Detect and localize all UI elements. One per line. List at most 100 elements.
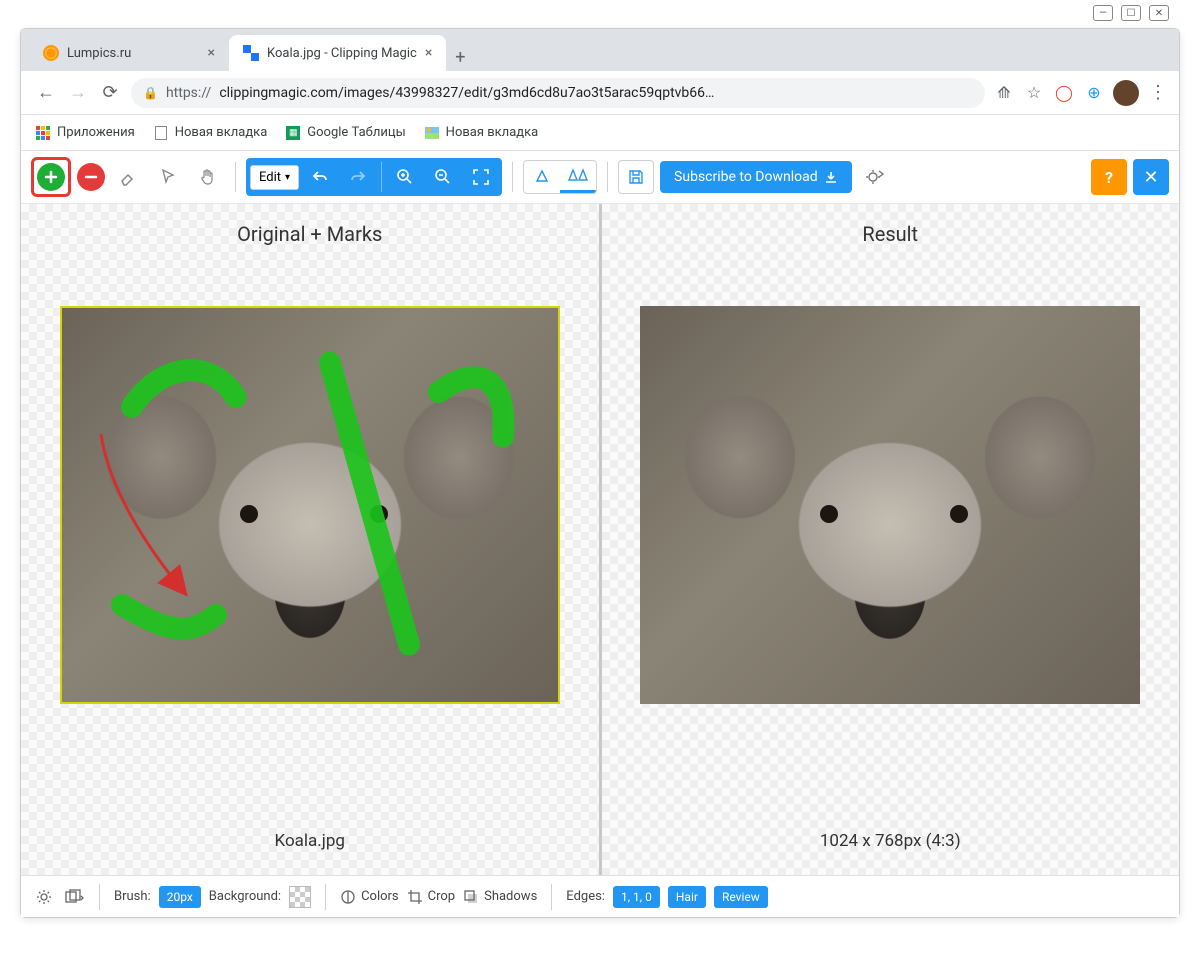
bookmark-label: Новая вкладка <box>446 125 539 140</box>
colors-icon <box>340 889 356 905</box>
review-button[interactable]: Review <box>714 886 768 908</box>
separator <box>325 884 326 910</box>
split-pane-icon <box>568 168 588 184</box>
editor-panels: Original + Marks <box>21 204 1179 875</box>
bookmark-label: Новая вкладка <box>175 125 268 140</box>
single-view-button[interactable] <box>524 161 560 193</box>
undo-button[interactable] <box>301 160 339 194</box>
back-button[interactable]: ← <box>35 82 57 104</box>
forward-button[interactable]: → <box>67 82 89 104</box>
profile-avatar[interactable] <box>1113 80 1139 106</box>
separator <box>99 884 100 910</box>
result-panel-title: Result <box>862 204 918 256</box>
export-settings-button[interactable] <box>858 160 892 194</box>
window-minimize-button[interactable]: — <box>1093 5 1113 21</box>
colors-button[interactable]: Colors <box>340 889 399 905</box>
background-swatch-button[interactable] <box>289 886 311 908</box>
view-mode-group <box>523 160 597 194</box>
separator <box>551 884 552 910</box>
hair-button[interactable]: Hair <box>668 886 706 908</box>
clippingmagic-favicon-icon <box>243 45 259 61</box>
remove-brush-button[interactable] <box>77 163 105 191</box>
save-button[interactable] <box>618 160 654 194</box>
separator <box>235 162 236 192</box>
original-panel: Original + Marks <box>21 204 599 875</box>
redo-icon <box>348 167 368 187</box>
bookmark-newtab-1[interactable]: Новая вкладка <box>153 125 268 141</box>
tab-strip: Lumpics.ru × Koala.jpg - Clipping Magic … <box>21 29 1179 71</box>
globe-ext-icon[interactable]: ⊕ <box>1085 84 1103 102</box>
eraser-button[interactable] <box>111 160 145 194</box>
close-editor-button[interactable]: ✕ <box>1133 159 1169 195</box>
subscribe-label: Subscribe to Download <box>674 169 818 185</box>
download-icon <box>824 170 838 184</box>
edit-dropdown[interactable]: Edit ▾ <box>250 165 299 190</box>
address-bar-row: ← → ⟳ 🔒 https://clippingmagic.com/images… <box>21 71 1179 115</box>
url-bar[interactable]: 🔒 https://clippingmagic.com/images/43998… <box>131 78 985 108</box>
zoom-out-button[interactable] <box>424 160 462 194</box>
tab-close-button[interactable]: × <box>208 45 215 61</box>
window-close-button[interactable]: ✕ <box>1149 5 1169 21</box>
original-image-canvas[interactable] <box>60 306 560 704</box>
hand-icon <box>198 167 218 187</box>
settings-button[interactable] <box>33 886 55 908</box>
original-panel-title: Original + Marks <box>237 204 382 256</box>
edges-value-button[interactable]: 1, 1, 0 <box>613 886 660 908</box>
redo-button[interactable] <box>339 160 377 194</box>
split-view-button[interactable] <box>560 161 596 193</box>
crop-icon <box>407 889 423 905</box>
batch-button[interactable] <box>63 886 85 908</box>
tab-lumpics[interactable]: Lumpics.ru × <box>29 35 229 71</box>
separator <box>512 162 513 192</box>
brush-label: Brush: <box>114 889 151 904</box>
tab-close-button[interactable]: × <box>425 45 432 61</box>
single-pane-icon <box>534 169 550 185</box>
bookmark-apps[interactable]: Приложения <box>35 125 135 141</box>
window-controls: — ☐ ✕ <box>1093 5 1169 21</box>
tab-title: Lumpics.ru <box>67 46 131 61</box>
reload-button[interactable]: ⟳ <box>99 82 121 104</box>
window-maximize-button[interactable]: ☐ <box>1121 5 1141 21</box>
bottom-toolbar: Brush: 20px Background: Colors Crop Shad… <box>21 875 1179 917</box>
shadows-button[interactable]: Shadows <box>463 889 537 905</box>
translate-icon[interactable]: ⟰ <box>995 84 1013 102</box>
crop-button[interactable]: Crop <box>407 889 455 905</box>
shadows-icon <box>463 889 479 905</box>
plus-icon <box>44 170 58 184</box>
zoom-in-button[interactable] <box>386 160 424 194</box>
bookmark-sheets[interactable]: ▦ Google Таблицы <box>285 125 405 141</box>
tab-clippingmagic[interactable]: Koala.jpg - Clipping Magic × <box>229 35 446 71</box>
help-button[interactable]: ? <box>1091 159 1127 195</box>
star-icon[interactable]: ☆ <box>1025 84 1043 102</box>
browser-menu-button[interactable]: ⋮ <box>1149 82 1165 103</box>
pointer-button[interactable] <box>151 160 185 194</box>
editor-toolbar: Edit ▾ <box>21 151 1179 204</box>
tab-title: Koala.jpg - Clipping Magic <box>267 46 417 61</box>
opera-ext-icon[interactable]: ◯ <box>1055 84 1073 102</box>
page-icon <box>155 126 167 140</box>
save-icon <box>627 168 645 186</box>
lumpics-favicon-icon <box>43 45 59 61</box>
batch-icon <box>64 888 84 906</box>
pan-button[interactable] <box>191 160 225 194</box>
close-icon: ✕ <box>1143 167 1158 188</box>
bookmark-newtab-2[interactable]: Новая вкладка <box>424 125 539 141</box>
edges-label: Edges: <box>566 889 605 904</box>
fit-button[interactable] <box>462 160 500 194</box>
result-image-canvas[interactable] <box>640 306 1140 704</box>
subscribe-download-button[interactable]: Subscribe to Download <box>660 161 852 193</box>
colors-label: Colors <box>361 889 399 904</box>
brush-size-button[interactable]: 20px <box>159 886 201 908</box>
new-tab-button[interactable]: + <box>446 43 474 71</box>
crop-label: Crop <box>428 889 455 904</box>
gear-arrow-icon <box>865 167 885 187</box>
app-content: Edit ▾ <box>21 151 1179 917</box>
keep-brush-button[interactable] <box>37 163 65 191</box>
annotation-highlight <box>31 157 71 197</box>
url-protocol: https:// <box>166 85 211 101</box>
chevron-down-icon: ▾ <box>285 172 290 183</box>
separator <box>381 162 382 192</box>
minus-icon <box>84 170 98 184</box>
apps-icon <box>36 126 50 140</box>
result-panel: Result 1024 x 768px (4:3) <box>602 204 1180 875</box>
